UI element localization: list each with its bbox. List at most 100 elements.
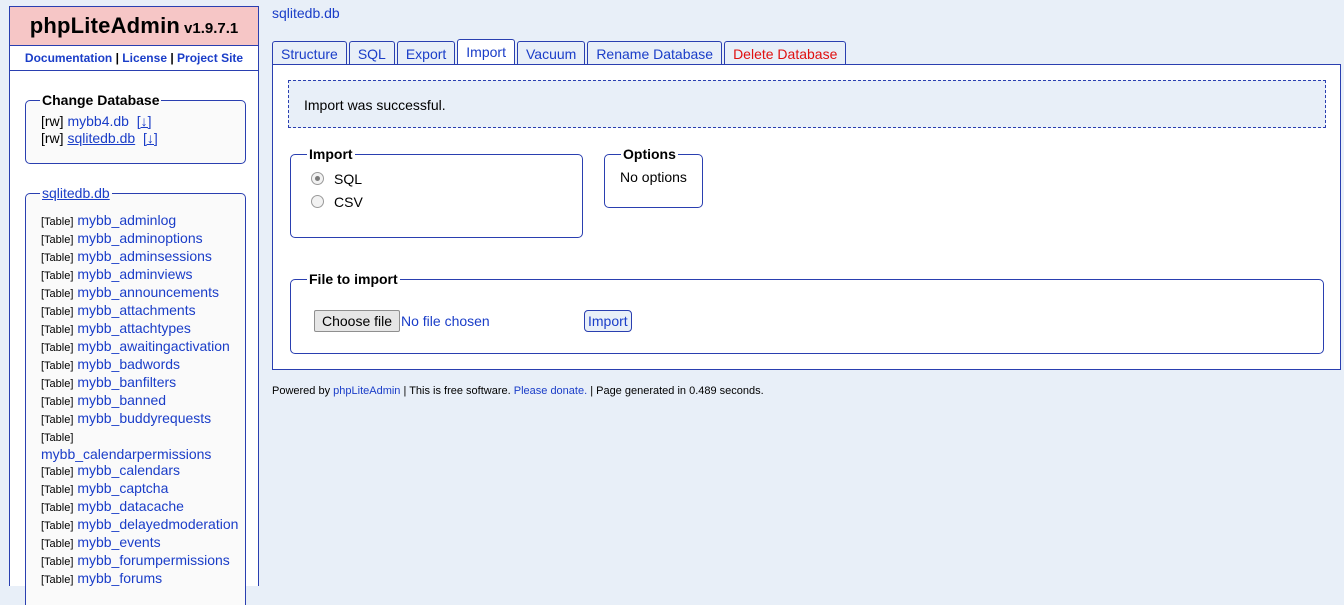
- table-item: [Table] mybb_adminviews: [41, 266, 241, 284]
- table-link[interactable]: mybb_calendarpermissions: [41, 446, 211, 462]
- table-tag: [Table]: [41, 538, 74, 550]
- tab-rename-database[interactable]: Rename Database: [587, 41, 723, 65]
- table-tag: [Table]: [41, 432, 74, 444]
- table-item: [Table] mybb_attachtypes: [41, 320, 241, 338]
- sidebar-links: Documentation | License | Project Site: [10, 46, 258, 71]
- table-link[interactable]: mybb_adminlog: [77, 212, 176, 228]
- table-tag: [Table]: [41, 360, 74, 372]
- database-item: [rw] mybb4.db [↓]: [41, 113, 245, 130]
- sidebar: phpLiteAdmin v1.9.7.1 Documentation | Lic…: [9, 6, 259, 605]
- table-link[interactable]: mybb_attachtypes: [77, 320, 191, 336]
- table-tag: [Table]: [41, 324, 74, 336]
- table-item: [Table] mybb_banfilters: [41, 374, 241, 392]
- db-download-link[interactable]: [↓]: [137, 113, 152, 129]
- table-list: [Table] mybb_adminlog [Table] mybb_admino…: [41, 212, 241, 588]
- db-download-link[interactable]: [↓]: [143, 130, 158, 146]
- table-tag: [Table]: [41, 502, 74, 514]
- database-item: [rw] sqlitedb.db [↓]: [41, 130, 245, 147]
- donate-link[interactable]: Please donate.: [514, 385, 587, 397]
- table-tag: [Table]: [41, 234, 74, 246]
- file-import-box: File to import Choose file No file chose…: [290, 271, 1324, 354]
- breadcrumb[interactable]: sqlitedb.db: [272, 5, 340, 21]
- table-link[interactable]: mybb_events: [77, 534, 160, 550]
- table-link[interactable]: mybb_adminsessions: [77, 248, 212, 264]
- table-tag: [Table]: [41, 556, 74, 568]
- db-link[interactable]: mybb4.db: [67, 113, 128, 129]
- phpliteadmin-link[interactable]: phpLiteAdmin: [333, 385, 400, 397]
- footer: Powered by phpLiteAdmin | This is free s…: [272, 385, 764, 397]
- app-version: v1.9.7.1: [184, 20, 239, 37]
- table-item: [Table] mybb_forums: [41, 570, 241, 588]
- table-item: [Table] mybb_badwords: [41, 356, 241, 374]
- db-link[interactable]: sqlitedb.db: [67, 130, 135, 146]
- table-tag: [Table]: [41, 270, 74, 282]
- choose-file-button[interactable]: Choose file: [314, 310, 401, 332]
- table-item: [Table] mybb_calendarpermissions: [41, 428, 241, 462]
- import-button[interactable]: Import: [584, 310, 632, 332]
- radio-sql-indicator[interactable]: [311, 172, 324, 185]
- table-link[interactable]: mybb_awaitingactivation: [77, 338, 230, 354]
- documentation-link[interactable]: Documentation: [25, 51, 112, 65]
- table-link[interactable]: mybb_captcha: [77, 480, 168, 496]
- db-mode: [rw]: [41, 113, 64, 129]
- table-item: [Table] mybb_banned: [41, 392, 241, 410]
- table-link[interactable]: mybb_adminviews: [77, 266, 192, 282]
- app-logo[interactable]: phpLiteAdmin v1.9.7.1: [10, 7, 258, 46]
- table-link[interactable]: mybb_buddyrequests: [77, 410, 211, 426]
- table-link[interactable]: mybb_delayedmoderation: [77, 516, 238, 532]
- table-link[interactable]: mybb_datacache: [77, 498, 184, 514]
- file-import-title: File to import: [309, 271, 398, 287]
- table-item: [Table] mybb_events: [41, 534, 241, 552]
- change-database-box: Change Database [rw] mybb4.db [↓] [rw] sq…: [25, 92, 246, 164]
- table-tag: [Table]: [41, 520, 74, 532]
- table-item: [Table] mybb_captcha: [41, 480, 241, 498]
- main-panel: Import was successful. Import SQL CSV Op…: [272, 64, 1341, 370]
- current-db-link[interactable]: sqlitedb.db: [42, 185, 110, 201]
- table-item: [Table] mybb_attachments: [41, 302, 241, 320]
- table-tag: [Table]: [41, 252, 74, 264]
- license-link[interactable]: License: [122, 51, 167, 65]
- radio-sql[interactable]: SQL: [311, 168, 582, 191]
- table-tag: [Table]: [41, 288, 74, 300]
- table-link[interactable]: mybb_banned: [77, 392, 166, 408]
- table-tag: [Table]: [41, 342, 74, 354]
- table-tag: [Table]: [41, 574, 74, 586]
- table-tag: [Table]: [41, 216, 74, 228]
- import-type-title: Import: [309, 146, 353, 162]
- tab-delete-database[interactable]: Delete Database: [724, 41, 847, 65]
- tab-structure[interactable]: Structure: [272, 41, 347, 65]
- table-item: [Table] mybb_forumpermissions: [41, 552, 241, 570]
- table-link[interactable]: mybb_forums: [77, 570, 162, 586]
- table-item: [Table] mybb_adminlog: [41, 212, 241, 230]
- tab-export[interactable]: Export: [396, 41, 456, 65]
- table-tag: [Table]: [41, 466, 74, 478]
- tab-bar: Structure SQL Export Import Vacuum Rename Dat…: [272, 39, 848, 65]
- table-link[interactable]: mybb_adminoptions: [77, 230, 202, 246]
- tab-sql[interactable]: SQL: [348, 41, 395, 65]
- table-item: [Table] mybb_adminoptions: [41, 230, 241, 248]
- file-status: No file chosen: [401, 313, 490, 329]
- table-link[interactable]: mybb_banfilters: [77, 374, 176, 390]
- table-item: [Table] mybb_datacache: [41, 498, 241, 516]
- tab-vacuum[interactable]: Vacuum: [516, 41, 586, 65]
- table-tag: [Table]: [41, 306, 74, 318]
- change-database-title: Change Database: [42, 92, 160, 108]
- database-list: [rw] mybb4.db [↓] [rw] sqlitedb.db [↓]: [41, 113, 245, 147]
- table-item: [Table] mybb_announcements: [41, 284, 241, 302]
- table-list-box: sqlitedb.db [Table] mybb_adminlog [Table]…: [25, 185, 246, 605]
- radio-csv-indicator[interactable]: [311, 195, 324, 208]
- radio-sql-label: SQL: [334, 171, 363, 187]
- table-link[interactable]: mybb_calendars: [77, 462, 180, 478]
- tab-import[interactable]: Import: [457, 39, 515, 65]
- options-title: Options: [623, 146, 676, 162]
- table-link[interactable]: mybb_forumpermissions: [77, 552, 230, 568]
- project-site-link[interactable]: Project Site: [177, 51, 243, 65]
- table-tag: [Table]: [41, 414, 74, 426]
- radio-csv[interactable]: CSV: [311, 191, 582, 214]
- table-link[interactable]: mybb_badwords: [77, 356, 180, 372]
- table-link[interactable]: mybb_announcements: [77, 284, 219, 300]
- table-tag: [Table]: [41, 484, 74, 496]
- table-link[interactable]: mybb_attachments: [77, 302, 195, 318]
- status-message: Import was successful.: [288, 80, 1326, 128]
- options-box: Options No options: [604, 146, 703, 208]
